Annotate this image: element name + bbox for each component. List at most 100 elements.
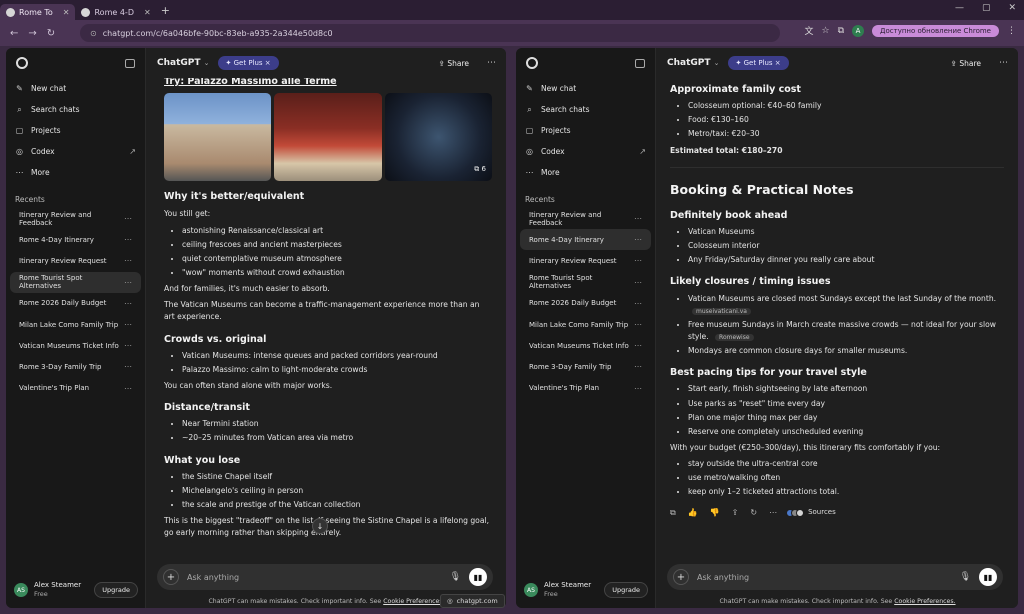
chrome-update-button[interactable]: Доступно обновление Chrome [872,24,999,37]
more-options-icon[interactable]: ⋯ [487,58,496,68]
chat-options-icon[interactable]: ⋯ [124,235,132,244]
maximize-icon[interactable]: ▢ [982,3,991,13]
prompt-input[interactable]: Ask anything [187,573,239,582]
more-icon[interactable]: ⋯ [769,507,777,520]
chat-options-icon[interactable]: ⋯ [124,214,132,223]
chat-item[interactable]: Vatican Museums Ticket Info ⋯ [520,335,651,356]
citation-chip[interactable]: Romewise [715,333,754,341]
thumbs-down-icon[interactable]: 👎 [710,507,720,520]
extensions-icon[interactable]: ⧉ [838,26,844,36]
chat-item-active[interactable]: Rome Tourist Spot Alternatives ⋯ [10,271,141,293]
more-button[interactable]: ⋯ More [516,162,655,183]
cookie-preferences-link[interactable]: Cookie Preferences. [894,598,955,605]
get-plus-button[interactable]: ✦ Get Plus × [217,56,279,70]
composer[interactable]: + Ask anything 🎙 ▮▮ [667,564,1003,590]
chat-item[interactable]: Milan Lake Como Family Trip ⋯ [10,314,141,335]
openai-logo-icon[interactable] [526,57,538,69]
codex-button[interactable]: ◎ Codex ↗ [516,141,655,162]
chat-options-icon[interactable]: ⋯ [634,320,642,329]
model-selector[interactable]: ChatGPT ⌄ [667,58,720,68]
upgrade-button[interactable]: Upgrade [604,582,648,598]
close-tab-icon[interactable]: ✕ [144,8,151,17]
chat-item[interactable]: Itinerary Review Request ⋯ [520,250,651,271]
more-options-icon[interactable]: ⋯ [999,58,1008,68]
chat-item[interactable]: Itinerary Review and Feedback ⋯ [520,208,651,229]
more-button[interactable]: ⋯ More [6,162,145,183]
upgrade-button[interactable]: Upgrade [94,582,138,598]
voice-mode-icon[interactable]: ▮▮ [979,568,997,586]
user-menu[interactable]: AS Alex Steamer Free Upgrade [516,572,656,608]
chat-item[interactable]: Itinerary Review Request ⋯ [10,250,141,271]
chat-item[interactable]: Rome 3-Day Family Trip ⋯ [520,356,651,377]
search-chats-button[interactable]: ⌕ Search chats [6,99,145,120]
chat-options-icon[interactable]: ⋯ [124,278,132,287]
chat-options-icon[interactable]: ⋯ [124,384,132,393]
share-icon[interactable]: ⇪ [732,507,739,520]
new-tab-icon[interactable]: + [161,4,170,17]
voice-mode-icon[interactable]: ▮▮ [469,568,487,586]
chat-options-icon[interactable]: ⋯ [634,341,642,350]
chat-options-icon[interactable]: ⋯ [634,235,642,244]
palazzo-exterior-image[interactable] [164,93,272,182]
copy-icon[interactable]: ⧉ [670,507,676,520]
regenerate-icon[interactable]: ↻ [750,507,757,520]
chat-options-icon[interactable]: ⋯ [124,299,132,308]
browser-tab-2[interactable]: Rome 4-D ✕ [75,4,156,20]
new-chat-button[interactable]: ✎ New chat [6,78,145,99]
sculpture-hall-image[interactable]: ⧉ 6 [384,93,492,182]
microphone-icon[interactable]: 🎙 [450,572,461,582]
chat-options-icon[interactable]: ⋯ [124,256,132,265]
close-window-icon[interactable]: ✕ [1008,3,1016,13]
chat-options-icon[interactable]: ⋯ [124,362,132,371]
share-button[interactable]: ⇪ Share [439,59,469,68]
codex-button[interactable]: ◎ Codex ↗ [6,141,145,162]
share-button[interactable]: ⇪ Share [951,59,981,68]
search-chats-button[interactable]: ⌕ Search chats [516,99,655,120]
chat-item-active[interactable]: Rome 4-Day Itinerary ⋯ [520,229,651,251]
attach-plus-icon[interactable]: + [673,569,689,585]
composer[interactable]: + Ask anything 🎙 ▮▮ [157,564,493,590]
thumbs-up-icon[interactable]: 👍 [688,507,698,520]
citation-chip[interactable]: museivaticani.va [692,307,751,315]
chat-item[interactable]: Rome 4-Day Itinerary ⋯ [10,229,141,250]
scroll-down-button[interactable]: ↓ [312,518,328,534]
chat-item[interactable]: Valentine's Trip Plan ⋯ [10,378,141,399]
model-selector[interactable]: ChatGPT ⌄ [157,58,210,68]
menu-kebab-icon[interactable]: ⋮ [1007,26,1016,36]
chat-item[interactable]: Vatican Museums Ticket Info ⋯ [10,335,141,356]
chat-item[interactable]: Rome Tourist Spot Alternatives ⋯ [520,272,651,293]
chat-item[interactable]: Rome 2026 Daily Budget ⋯ [10,293,141,314]
chat-options-icon[interactable]: ⋯ [634,384,642,393]
chat-item[interactable]: Valentine's Trip Plan ⋯ [520,378,651,399]
forward-icon[interactable]: → [28,28,36,39]
user-menu[interactable]: AS Alex Steamer Free Upgrade [6,572,146,608]
attach-plus-icon[interactable]: + [163,569,179,585]
chat-options-icon[interactable]: ⋯ [634,214,642,223]
sources-button[interactable]: Sources [786,507,836,518]
url-field[interactable]: ⊙ chatgpt.com/c/6a046bfe-90bc-83eb-a935-… [80,24,780,42]
minimize-icon[interactable]: — [955,3,964,13]
sidebar-toggle-icon[interactable] [635,58,645,68]
cookie-preferences-link[interactable]: Cookie Preferences. [383,598,444,605]
back-icon[interactable]: ← [10,28,18,39]
chat-item[interactable]: Itinerary Review and Feedback ⋯ [10,208,141,229]
chat-options-icon[interactable]: ⋯ [634,299,642,308]
translate-icon[interactable]: 文 [805,24,814,37]
bookmark-star-icon[interactable]: ☆ [822,26,830,36]
close-tab-icon[interactable]: ✕ [63,8,70,17]
chat-options-icon[interactable]: ⋯ [634,362,642,371]
get-plus-button[interactable]: ✦ Get Plus × [727,56,789,70]
microphone-icon[interactable]: 🎙 [960,572,971,582]
sidebar-toggle-icon[interactable] [125,58,135,68]
browser-tab-1[interactable]: Rome To ✕ [0,4,76,20]
chat-item[interactable]: Milan Lake Como Family Trip ⋯ [520,314,651,335]
projects-button[interactable]: ▢ Projects [6,120,145,141]
chat-item[interactable]: Rome 2026 Daily Budget ⋯ [520,293,651,314]
projects-button[interactable]: ▢ Projects [516,120,655,141]
prompt-input[interactable]: Ask anything [697,573,749,582]
site-info-icon[interactable]: ⊙ [90,29,97,38]
chat-options-icon[interactable]: ⋯ [634,256,642,265]
openai-logo-icon[interactable] [16,57,28,69]
chat-options-icon[interactable]: ⋯ [124,341,132,350]
chat-item[interactable]: Rome 3-Day Family Trip ⋯ [10,356,141,377]
